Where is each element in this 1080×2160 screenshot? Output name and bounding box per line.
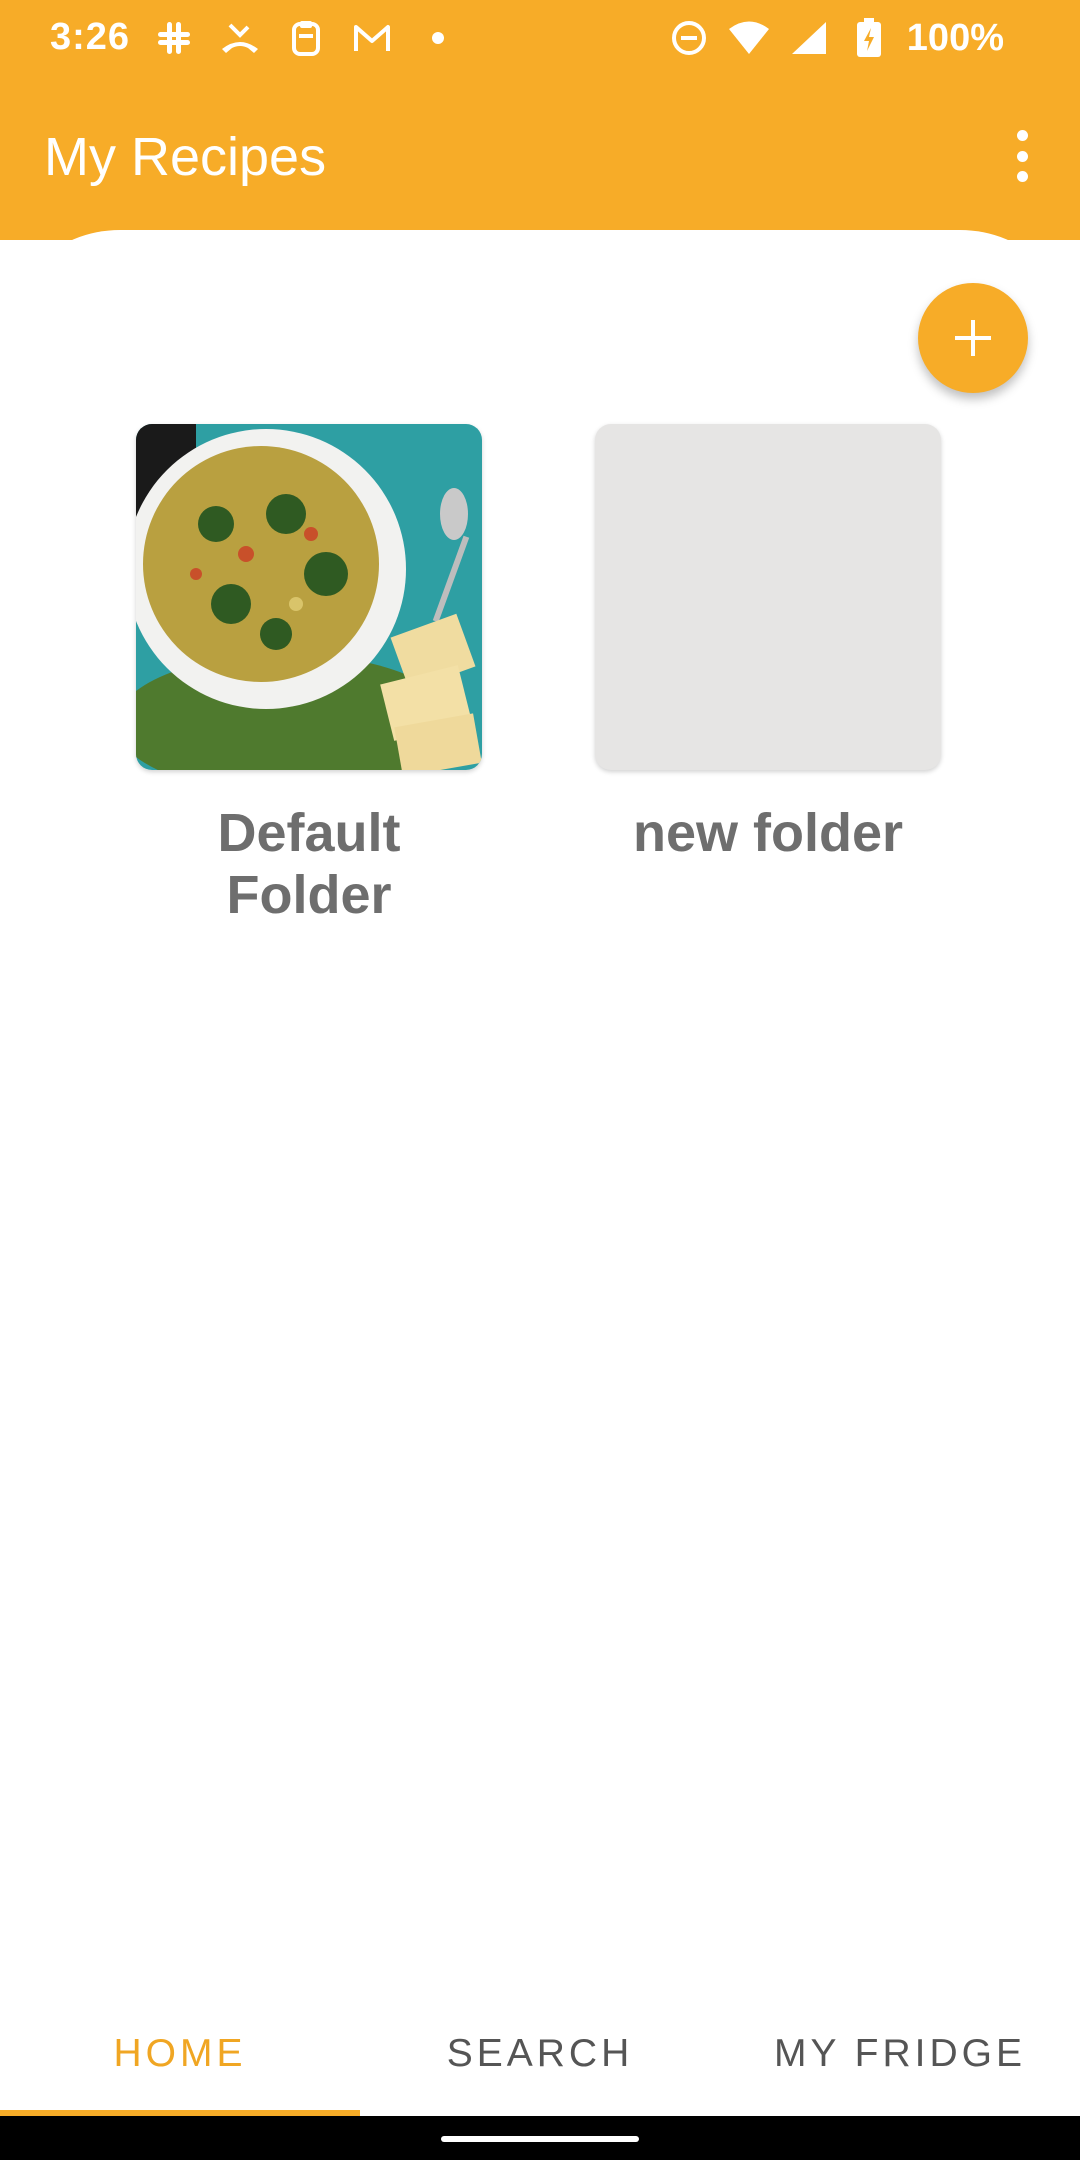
battery-charging-icon (847, 16, 891, 60)
tab-home[interactable]: HOME (0, 2004, 360, 2104)
wifi-icon (727, 16, 771, 60)
plus-icon (955, 320, 991, 356)
folder-thumbnail-placeholder (595, 424, 941, 770)
gmail-icon (350, 16, 394, 60)
folder-label: new folder (632, 803, 904, 863)
status-bar: 3:26 100% (0, 0, 1080, 78)
do-not-disturb-icon (667, 16, 711, 60)
folder-item-new[interactable]: new folder (595, 424, 945, 864)
more-vert-icon[interactable] (1002, 130, 1042, 182)
tab-my-fridge[interactable]: MY FRIDGE (720, 2004, 1080, 2104)
system-icons: 100% (667, 16, 1004, 60)
app-header: 3:26 100% My Recipes (0, 0, 1080, 240)
add-folder-button[interactable] (918, 283, 1028, 393)
screen: 3:26 100% My Recipes Default Folder new … (0, 0, 1080, 2160)
battery-percentage: 100% (906, 16, 1004, 59)
missed-call-icon (218, 16, 262, 60)
signal-icon (787, 16, 831, 60)
page-title: My Recipes (44, 127, 327, 187)
notification-icons (152, 16, 460, 60)
slack-icon (152, 16, 196, 60)
clipboard-icon (284, 16, 328, 60)
folder-label: Default Folder (217, 803, 401, 925)
folder-item-default[interactable]: Default Folder (136, 424, 486, 926)
bottom-tab-bar: HOME SEARCH MY FRIDGE (0, 2004, 1080, 2116)
status-time: 3:26 (50, 16, 131, 58)
tab-search[interactable]: SEARCH (360, 2004, 720, 2104)
soup-bowl-image (136, 424, 482, 770)
home-gesture-handle[interactable] (441, 2136, 639, 2142)
dot-icon (416, 16, 460, 60)
folder-thumbnail (136, 424, 482, 770)
